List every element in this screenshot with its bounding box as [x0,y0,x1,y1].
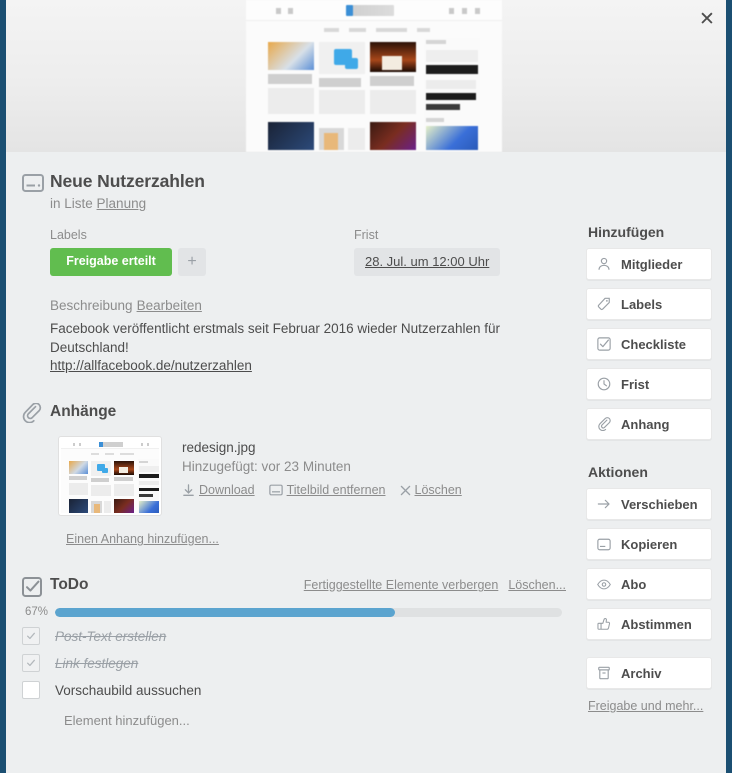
sidebar-button-label: Abo [621,576,647,592]
cover-image-icon [268,484,283,496]
description-heading: Beschreibung [50,298,133,313]
close-icon[interactable]: ✕ [694,6,720,32]
attachment-icon [596,416,612,432]
sidebar-button-move[interactable]: Verschieben [586,488,712,520]
attachment-actions: Download Titelbild entfernen Löschen [182,483,462,497]
checklist-item-label: Vorschaubild aussuchen [55,682,202,698]
sidebar-button-label: Archiv [621,665,662,681]
attachment-delete-label: Löschen [414,483,462,498]
card-main-column: Neue Nutzerzahlen in Liste Planung Label… [6,152,572,773]
card-detail-window: ✕ Neue Nutzerzahlen in Liste Planung Lab… [0,0,732,773]
page-title: Neue Nutzerzahlen [50,171,205,191]
card-sidebar: Hinzufügen Mitglieder Labels Checkliste [572,152,726,773]
sidebar-divider [572,648,726,657]
attachment-remove-cover-action[interactable]: Titelbild entfernen [268,483,386,498]
due-date-value[interactable]: 28. Jul. um 12:00 Uhr [354,248,501,276]
card-icon [596,536,612,552]
card-cover-area [6,0,726,152]
sidebar-button-checklist[interactable]: Checkliste [586,328,712,360]
card-list-location: in Liste Planung [50,196,572,211]
sidebar-button-label: Checkliste [621,336,687,352]
progress-percent-label: 67% [24,606,48,619]
sidebar-button-labels[interactable]: Labels [586,288,712,320]
arrow-right-icon [596,496,612,512]
sidebar-button-members[interactable]: Mitglieder [586,248,712,280]
close-icon [400,485,411,496]
download-icon [182,484,195,497]
add-checklist-item-link[interactable]: Element hinzufügen... [6,713,572,728]
checklist-progress: 67% [6,606,572,618]
sidebar-button-archive[interactable]: Archiv [586,657,712,689]
sidebar-button-due-date[interactable]: Frist [586,368,712,400]
share-and-more-link[interactable]: Freigabe und mehr... [588,699,703,713]
description-link[interactable]: http://allfacebook.de/nutzerzahlen [50,358,252,373]
attachment-info: redesign.jpg Hinzugefügt: vor 23 Minuten… [182,436,462,516]
attachment-download-label: Download [199,483,255,498]
labels-block: Labels Freigabe erteilt + [50,228,206,276]
due-date-heading: Frist [354,228,379,242]
sidebar-button-label: Kopieren [621,536,678,552]
attachment-download-action[interactable]: Download [182,483,255,497]
label-badge[interactable]: Freigabe erteilt [50,248,172,276]
sidebar-button-attachment[interactable]: Anhang [586,408,712,440]
sidebar-button-label: Labels [621,296,663,312]
attachment-added-time: Hinzugefügt: vor 23 Minuten [182,459,351,475]
checklist-item[interactable]: Vorschaubild aussuchen [6,681,572,700]
attachments-header: Anhänge [6,403,572,424]
sidebar-button-copy[interactable]: Kopieren [586,528,712,560]
attachments-title: Anhänge [50,403,117,421]
sidebar-actions-heading: Aktionen [588,464,648,480]
attachment-delete-action[interactable]: Löschen [400,483,462,497]
description-heading-row: Beschreibung Bearbeiten [50,298,572,313]
checkbox-checked[interactable] [22,654,40,673]
labels-heading: Labels [50,228,87,242]
progress-fill [55,607,395,617]
sidebar-button-label: Abstimmen [621,616,692,632]
progress-track [55,607,562,617]
attachment-filename: redesign.jpg [182,440,256,456]
card-meta-row: Labels Freigabe erteilt + Frist 28. Jul.… [6,228,572,276]
sidebar-button-label: Frist [621,376,650,392]
thumbs-up-icon [596,616,612,632]
sidebar-add-heading: Hinzufügen [588,224,665,240]
attachment-row: redesign.jpg Hinzugefügt: vor 23 Minuten… [6,436,572,517]
add-label-button[interactable]: + [178,248,206,276]
description-body: Facebook veröffentlicht erstmals seit Fe… [50,321,500,356]
list-name-link[interactable]: Planung [97,196,147,211]
hide-completed-link[interactable]: Fertiggestellte Elemente verbergen [304,578,499,592]
sidebar-button-vote[interactable]: Abstimmen [586,608,712,640]
member-icon [596,256,612,272]
attachment-remove-cover-label: Titelbild entfernen [286,483,386,498]
sidebar-button-label: Anhang [621,416,670,432]
checklist-title: ToDo [50,576,89,594]
checklist-icon [22,577,42,598]
archive-icon [596,665,612,681]
cover-image [246,0,502,152]
card-detail-body: Neue Nutzerzahlen in Liste Planung Label… [6,152,726,773]
description-block: Beschreibung Bearbeiten Facebook veröffen… [6,298,572,375]
checklist-icon [596,336,612,352]
add-attachment-link[interactable]: Einen Anhang hinzufügen... [6,532,572,546]
eye-icon [596,576,612,592]
sidebar-button-label: Mitglieder [621,256,683,272]
checklist-item-label: Post-Text erstellen [55,628,167,644]
clock-icon [596,376,612,392]
sidebar-button-label: Verschieben [621,496,698,512]
label-icon [596,296,612,312]
description-edit-link[interactable]: Bearbeiten [137,298,202,313]
sidebar-button-subscribe[interactable]: Abo [586,568,712,600]
checklist-item[interactable]: Post-Text erstellen [6,627,572,646]
attachment-icon [22,403,42,424]
card-icon [22,174,44,192]
attachment-thumbnail[interactable] [58,436,162,517]
checklist-item[interactable]: Link festlegen [6,654,572,673]
checklist-item-label: Link festlegen [55,655,139,671]
checklist-header: ToDo Fertiggestellte Elemente verbergen … [6,576,572,598]
checkbox-unchecked[interactable] [22,681,40,700]
checklist-links: Fertiggestellte Elemente verbergen Lösch… [304,578,572,592]
checkbox-checked[interactable] [22,627,40,646]
delete-checklist-link[interactable]: Löschen... [508,578,566,592]
in-list-prefix: in Liste [50,196,93,211]
due-date-block: Frist 28. Jul. um 12:00 Uhr [354,228,501,276]
